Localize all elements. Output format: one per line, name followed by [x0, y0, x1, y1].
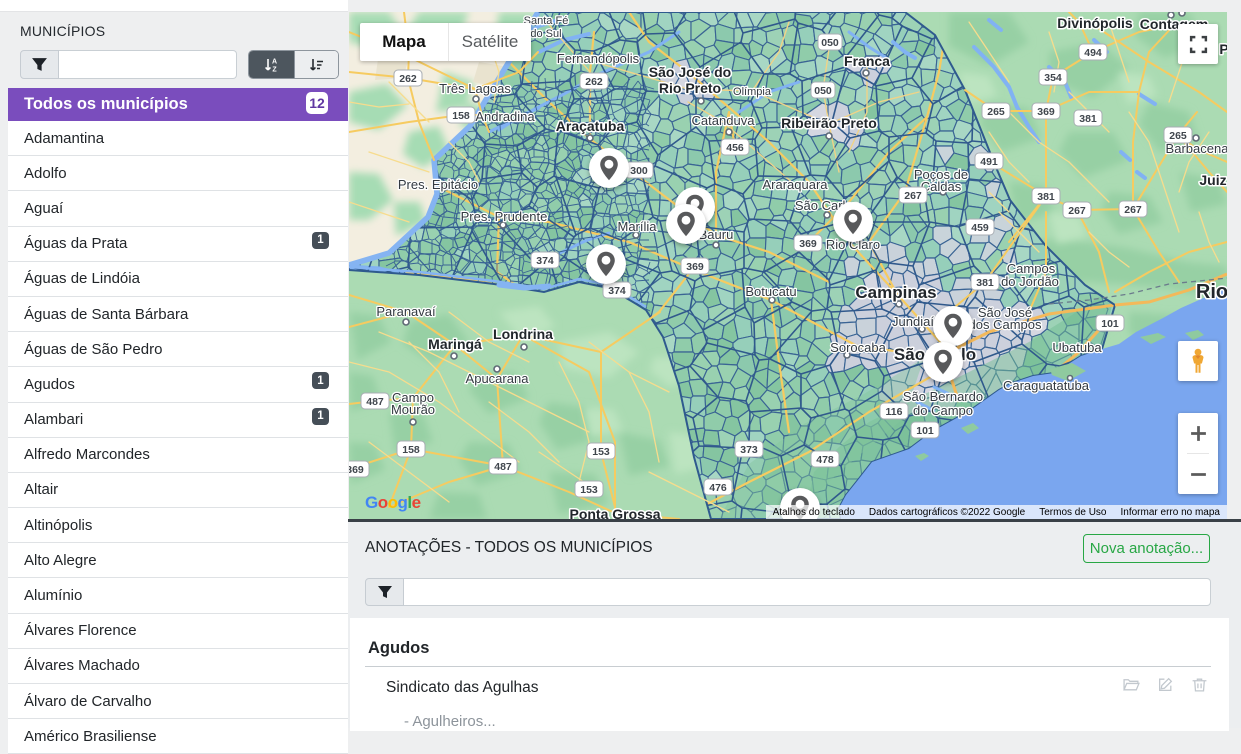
svg-text:Ribeirão Preto: Ribeirão Preto [781, 115, 877, 131]
svg-text:494: 494 [1084, 47, 1102, 59]
svg-text:dos Campos: dos Campos [969, 317, 1042, 332]
svg-text:Botucatu: Botucatu [745, 284, 796, 299]
svg-text:Marília: Marília [617, 219, 657, 234]
svg-text:Três Lagoas: Três Lagoas [439, 81, 511, 96]
svg-text:265: 265 [987, 106, 1005, 118]
svg-text:265: 265 [1169, 130, 1187, 142]
svg-text:Caraguatatuba: Caraguatatuba [1003, 378, 1090, 393]
svg-text:São Bernardo: São Bernardo [903, 389, 983, 404]
svg-text:São José do: São José do [649, 64, 731, 80]
svg-text:300: 300 [630, 165, 648, 177]
svg-text:Ubatuba: Ubatuba [1052, 340, 1102, 355]
svg-text:Juiz: Juiz [1199, 172, 1226, 188]
svg-text:267: 267 [1124, 204, 1142, 216]
svg-text:153: 153 [580, 484, 598, 496]
svg-text:do Sul: do Sul [530, 28, 561, 40]
svg-text:369: 369 [799, 238, 817, 250]
svg-text:456: 456 [726, 142, 744, 154]
svg-text:487: 487 [494, 461, 512, 473]
svg-text:116: 116 [886, 406, 903, 418]
svg-text:Araçatuba: Araçatuba [556, 118, 625, 134]
svg-text:Apucarana: Apucarana [466, 371, 530, 386]
svg-text:262: 262 [399, 73, 417, 85]
svg-text:158: 158 [452, 110, 470, 122]
svg-text:267: 267 [904, 190, 922, 202]
svg-text:Londrina: Londrina [493, 326, 553, 342]
svg-text:491: 491 [980, 156, 998, 168]
svg-text:369: 369 [686, 261, 704, 273]
svg-text:459: 459 [971, 222, 989, 234]
svg-text:262: 262 [585, 76, 603, 88]
svg-text:Mourão: Mourão [391, 402, 435, 417]
svg-text:478: 478 [816, 454, 834, 466]
svg-text:050: 050 [814, 85, 832, 97]
svg-text:P: P [1219, 41, 1227, 57]
svg-text:Pres. Epitácio: Pres. Epitácio [398, 177, 478, 192]
svg-text:Fernandópolis: Fernandópolis [557, 51, 640, 66]
svg-text:101: 101 [1101, 318, 1119, 330]
svg-text:Divinópolis: Divinópolis [1057, 15, 1133, 31]
svg-text:Rio: Rio [1196, 281, 1227, 303]
svg-text:101: 101 [916, 425, 934, 437]
svg-text:381: 381 [976, 277, 994, 289]
svg-text:369: 369 [1037, 106, 1055, 118]
svg-text:373: 373 [740, 444, 758, 456]
svg-text:Andradina: Andradina [475, 109, 535, 124]
svg-text:Z: Z [273, 66, 278, 73]
svg-text:Olímpia: Olímpia [733, 86, 772, 98]
svg-text:Ponta Grossa: Ponta Grossa [569, 506, 660, 519]
svg-text:Jundiaí: Jundiaí [892, 314, 934, 329]
svg-text:369: 369 [349, 464, 364, 476]
svg-text:do Campo: do Campo [913, 403, 973, 418]
svg-text:381: 381 [1079, 113, 1097, 125]
svg-text:Rio Preto: Rio Preto [659, 80, 721, 96]
svg-text:153: 153 [592, 446, 610, 458]
svg-text:158: 158 [402, 444, 420, 456]
svg-text:354: 354 [1044, 72, 1062, 84]
svg-text:do Jordão: do Jordão [1001, 274, 1059, 289]
svg-text:Pres. Prudente: Pres. Prudente [461, 209, 548, 224]
svg-text:476: 476 [709, 482, 727, 494]
svg-text:A: A [272, 58, 277, 65]
svg-text:050: 050 [821, 37, 839, 49]
svg-text:374: 374 [608, 285, 626, 297]
svg-text:381: 381 [1037, 191, 1055, 203]
svg-text:Paranavaí: Paranavaí [376, 304, 436, 319]
svg-text:Campinas: Campinas [855, 283, 936, 302]
svg-text:Araraquara: Araraquara [762, 177, 828, 192]
svg-text:Catanduva: Catanduva [692, 113, 756, 128]
svg-text:Franca: Franca [844, 53, 890, 69]
svg-text:487: 487 [366, 396, 384, 408]
svg-text:374: 374 [536, 255, 554, 267]
svg-text:Sorocaba: Sorocaba [830, 340, 886, 355]
svg-text:267: 267 [1068, 205, 1086, 217]
svg-text:Maringá: Maringá [428, 336, 482, 352]
